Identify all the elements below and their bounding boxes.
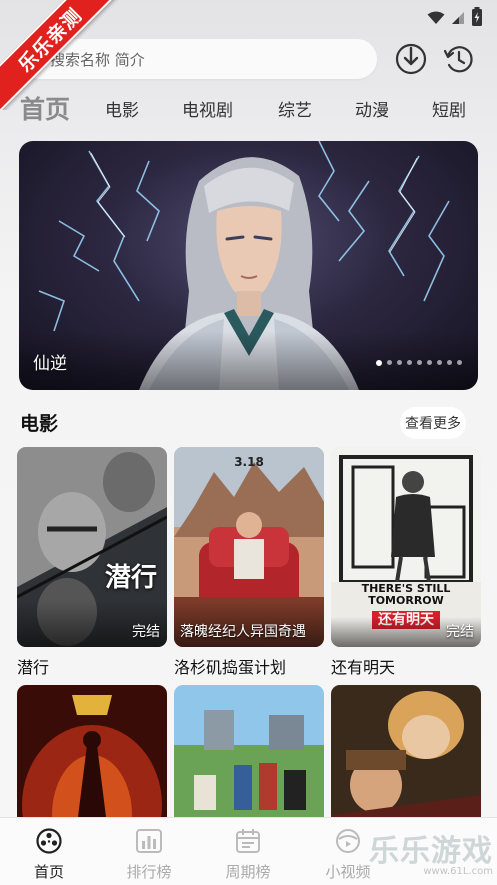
tab-tv-series[interactable]: 电视剧	[182, 96, 233, 121]
nav-ranking[interactable]: 排行榜	[109, 828, 189, 882]
movie-poster[interactable]: THERE'S STILL TOMORROW 还有明天 完结	[331, 447, 481, 647]
banner-dot[interactable]	[447, 360, 452, 365]
category-tabs: 首页 电影 电视剧 综艺 动漫 短剧	[20, 90, 497, 126]
watermark-text: 乐乐游戏	[369, 834, 493, 869]
site-watermark: 乐乐游戏 www.61L.com	[369, 834, 493, 878]
watch-history-icon[interactable]	[442, 42, 476, 76]
movie-title: 洛杉矶捣蛋计划	[174, 658, 287, 677]
banner-dot[interactable]	[437, 360, 442, 365]
featured-banner[interactable]: 仙逆	[19, 141, 478, 390]
status-bar	[0, 0, 497, 32]
movie-title: 还有明天	[331, 658, 396, 677]
signal-icon	[451, 10, 465, 29]
tab-variety[interactable]: 综艺	[278, 96, 312, 121]
status-badge: 完结	[132, 624, 160, 640]
movie-poster[interactable]: 潜行 完结	[17, 447, 167, 647]
banner-dot[interactable]	[427, 360, 432, 365]
banner-dot[interactable]	[407, 360, 412, 365]
tab-movies[interactable]: 电影	[105, 96, 139, 121]
movie-poster[interactable]: 3.18 落魄经纪人异国奇遇	[174, 447, 324, 647]
search-input[interactable]: 搜索名称 简介	[20, 39, 377, 79]
movie-card[interactable]: THERE'S STILL TOMORROW 还有明天 完结 还有明天	[331, 447, 481, 678]
movie-card[interactable]: 3.18 落魄经纪人异国奇遇 洛杉矶捣蛋计划	[174, 447, 324, 678]
banner-title: 仙逆	[33, 354, 67, 374]
banner-artwork	[19, 141, 478, 390]
banner-dot[interactable]	[417, 360, 422, 365]
nav-label: 周期榜	[225, 863, 271, 881]
small-video-icon	[336, 829, 360, 853]
tab-home[interactable]: 首页	[20, 90, 70, 126]
home-film-reel-icon	[36, 828, 62, 854]
banner-dot[interactable]	[376, 360, 382, 366]
poster-caption: 落魄经纪人异国奇遇	[180, 624, 306, 640]
movie-card[interactable]: 潜行 完结 潜行	[17, 447, 167, 678]
status-badge: 完结	[446, 624, 474, 640]
nav-label: 排行榜	[126, 863, 172, 881]
banner-dot[interactable]	[457, 360, 462, 365]
poster-title-text: 潜行	[104, 563, 157, 593]
wifi-icon	[427, 10, 445, 29]
battery-charging-icon	[471, 7, 483, 31]
view-more-button[interactable]: 查看更多	[400, 407, 466, 439]
calendar-icon	[236, 829, 260, 853]
poster-date-text: 3.18	[234, 455, 264, 469]
nav-label: 首页	[33, 863, 64, 881]
tab-short-drama[interactable]: 短剧	[432, 96, 466, 121]
poster-title-text: THERE'S STILL TOMORROW	[361, 582, 451, 607]
banner-pagination[interactable]	[376, 360, 462, 366]
movie-title: 潜行	[17, 658, 50, 677]
download-history-icon[interactable]	[394, 42, 428, 76]
nav-home[interactable]: 首页	[9, 828, 89, 882]
section-title: 电影	[20, 413, 59, 435]
nav-periodic[interactable]: 周期榜	[208, 828, 288, 882]
tab-anime[interactable]: 动漫	[355, 96, 389, 121]
search-placeholder: 搜索名称 简介	[50, 50, 145, 69]
banner-dot[interactable]	[397, 360, 402, 365]
chart-bars-icon	[136, 829, 162, 853]
banner-dot[interactable]	[387, 360, 392, 365]
